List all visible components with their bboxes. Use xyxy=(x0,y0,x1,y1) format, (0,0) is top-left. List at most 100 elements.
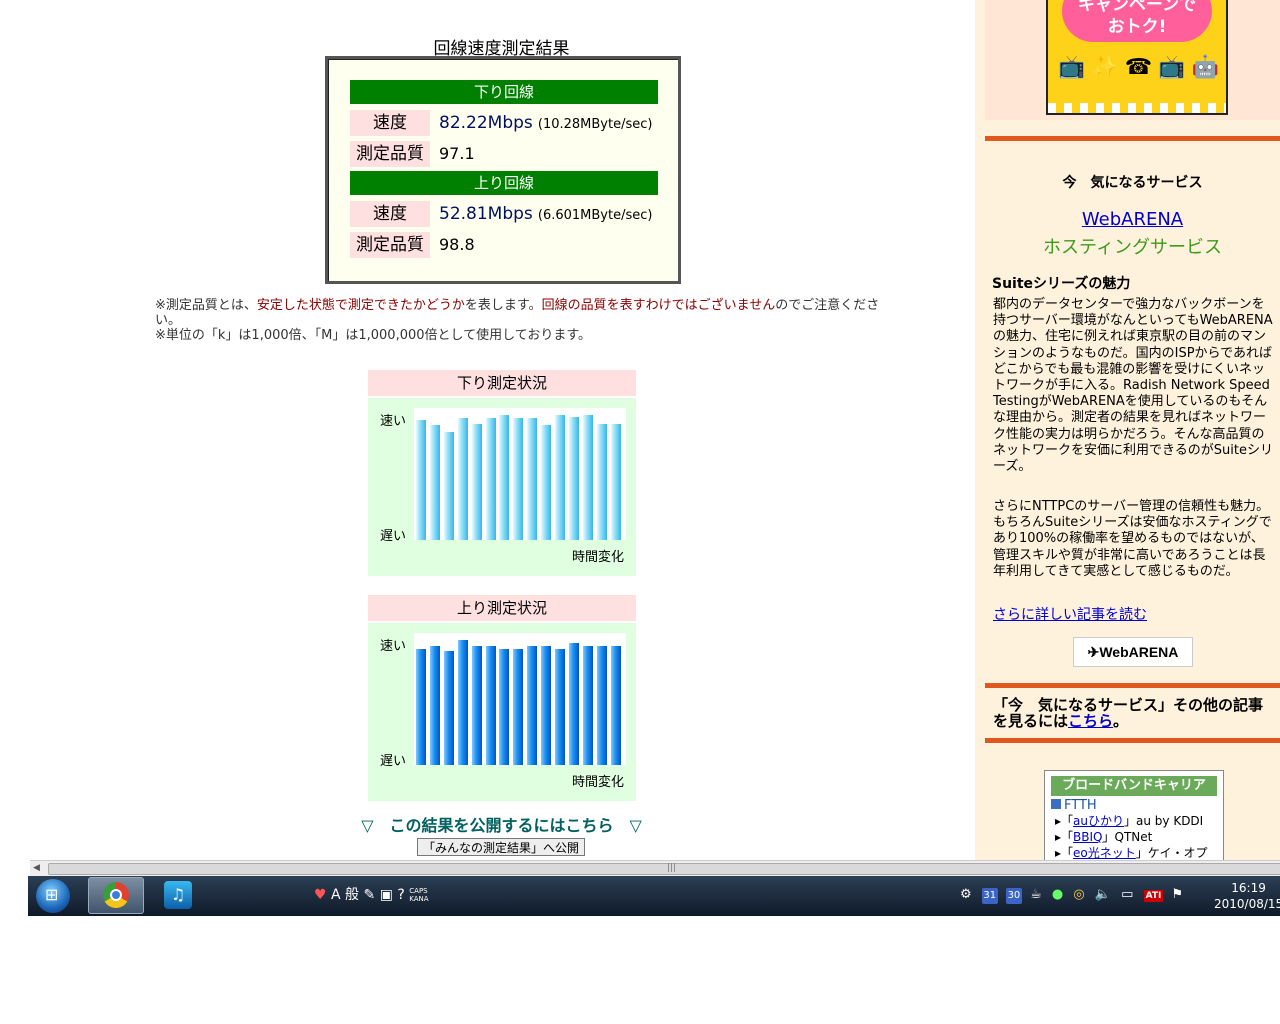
chart-bar xyxy=(416,648,426,765)
network-icon[interactable]: ▭ xyxy=(1121,887,1133,902)
other-articles-link[interactable]: こちら xyxy=(1068,712,1113,730)
action-center-flag-icon[interactable]: ⚑ xyxy=(1172,887,1184,902)
scroll-left-icon[interactable]: ◀ xyxy=(33,863,40,873)
square-icon xyxy=(1051,799,1061,809)
music-icon: ♫ xyxy=(170,885,186,904)
windows-logo-icon: ⊞ xyxy=(45,885,59,904)
axis-slow-label: 遅い xyxy=(380,529,407,544)
download-chart: 速い 遅い 時間変化 xyxy=(368,398,636,576)
ime-icon[interactable]: ♥ xyxy=(314,887,327,903)
download-plot-area xyxy=(414,408,626,540)
taskbar-media-player-button[interactable]: ♫ xyxy=(164,881,192,909)
calendar-icon[interactable]: 31 xyxy=(981,888,998,904)
upload-speed-label: 速度 xyxy=(350,201,430,227)
ime-tool-icon[interactable]: ✎ xyxy=(364,887,376,903)
chart-bar xyxy=(568,643,579,765)
broadband-carrier-box: ブロードバンドキャリア FTTH ▸「auひかり」au by KDDI ▸「BB… xyxy=(1044,770,1224,862)
carrier-bracket: 「 xyxy=(1061,846,1074,860)
publish-button[interactable]: 「みんなの測定結果」へ公開 xyxy=(417,838,585,856)
ime-help-icon[interactable]: ? xyxy=(397,887,404,903)
chart-bar xyxy=(416,419,426,540)
axis-fast-label: 速い xyxy=(380,639,407,654)
chart-bar xyxy=(582,414,593,540)
taskbar-clock[interactable]: 16:19 2010/08/15 xyxy=(1214,880,1280,912)
scrollbar-thumb[interactable]: ||| xyxy=(48,863,1280,875)
upload-speed-value: 52.81Mbps (6.601MByte/sec) xyxy=(439,201,652,227)
upload-chart-title: 上り測定状況 xyxy=(368,595,636,621)
upload-chart: 速い 遅い 時間変化 xyxy=(368,623,636,801)
carrier-link-eo[interactable]: eo光ネット xyxy=(1073,846,1136,860)
ime-dictionary-icon[interactable]: ▣ xyxy=(380,887,393,903)
chart-bar xyxy=(443,651,454,765)
system-tray: ⚙ 31 30 ☕ ● ◎ 🔈 ▭ ATI ⚑ xyxy=(960,887,1183,904)
ati-icon[interactable]: ATI xyxy=(1143,890,1164,902)
chart-bar xyxy=(471,645,482,765)
chart-bar xyxy=(541,424,552,540)
axis-slow-label: 遅い xyxy=(380,754,407,769)
chart-bar xyxy=(429,645,440,765)
taskbar-chrome-button[interactable] xyxy=(88,877,144,914)
read-more-link[interactable]: さらに詳しい記事を読む xyxy=(993,604,1147,624)
carrier-header: ブロードバンドキャリア xyxy=(1051,776,1217,796)
carrier-provider: 」ケイ・オプ xyxy=(1135,846,1208,860)
download-quality-value: 97.1 xyxy=(439,144,475,163)
security-icon[interactable]: ◎ xyxy=(1073,887,1084,902)
carrier-link-bbiq[interactable]: BBIQ xyxy=(1073,830,1102,844)
chart-bar xyxy=(610,645,621,765)
campaign-banner[interactable]: キャンペーンで おトク! 📺✨☎📺🤖 xyxy=(1046,0,1228,115)
ime-toolbar[interactable]: ♥ A 般 ✎ ▣ ? CAPS KANA xyxy=(314,884,429,904)
chart-bar xyxy=(443,432,454,540)
result-table: 下り回線 速度 82.22Mbps (10.28MByte/sec) 測定品質 … xyxy=(325,56,681,284)
start-button[interactable]: ⊞ xyxy=(36,879,70,913)
chart-bar xyxy=(471,423,482,540)
volume-icon[interactable]: 🔈 xyxy=(1095,887,1111,902)
carrier-row: ▸「auひかり」au by KDDI xyxy=(1055,814,1204,828)
steam-icon[interactable]: ⚙ xyxy=(960,887,972,902)
note-emphasis: 安定した状態で測定できたかどうか xyxy=(256,298,465,313)
chart-bar xyxy=(457,639,468,765)
upload-quality-value: 98.8 xyxy=(439,235,475,254)
campaign-characters-icon: 📺✨☎📺🤖 xyxy=(1058,55,1225,80)
chart-bar xyxy=(513,418,524,540)
chart-bar xyxy=(527,418,538,540)
chart-bar xyxy=(527,645,538,765)
carrier-link-auhikari[interactable]: auひかり xyxy=(1073,814,1124,828)
chart-bar xyxy=(568,417,579,540)
kana-label: KANA xyxy=(409,895,429,903)
download-speed-value: 82.22Mbps (10.28MByte/sec) xyxy=(439,110,652,136)
chart-bar xyxy=(485,645,496,765)
note-text: ※測定品質とは、 xyxy=(155,298,257,313)
campaign-text-line: キャンペーンで おトク! xyxy=(1077,0,1197,37)
ime-mode-text[interactable]: A 般 xyxy=(331,887,359,903)
clock-time: 16:19 xyxy=(1231,881,1266,895)
messenger-icon[interactable]: ● xyxy=(1052,887,1063,902)
publish-link[interactable]: ▽ この結果を公開するにはこちら ▽ xyxy=(0,812,1003,836)
upload-plot-area xyxy=(414,633,626,765)
carrier-section-label: FTTH xyxy=(1064,798,1097,813)
webarena-logo-text: WebARENA xyxy=(1099,644,1179,660)
taskbar: ⊞ ♫ ♥ A 般 ✎ ▣ ? CAPS KANA ⚙ 31 30 ☕ ● ◎ 🔈… xyxy=(28,876,1280,916)
article-paragraph-1: 都内のデータセンターで強力なバックボーンを持つサーバー環境がなんといってもWeb… xyxy=(993,297,1273,475)
chart-bar xyxy=(513,648,524,765)
webarena-link[interactable]: WebARENA xyxy=(985,209,1280,230)
download-speed-label: 速度 xyxy=(350,110,430,136)
campaign-stripe xyxy=(1048,103,1226,113)
download-speed-mbps: 82.22Mbps xyxy=(439,113,533,133)
chart-bar xyxy=(555,414,565,540)
upload-speed-mbyte: (6.601MByte/sec) xyxy=(537,208,653,223)
java-icon[interactable]: ☕ xyxy=(1030,887,1042,902)
chrome-icon xyxy=(103,882,129,908)
horizontal-scrollbar[interactable]: ◀ ||| xyxy=(30,860,1280,876)
chart-bar xyxy=(610,423,621,540)
calendar-icon[interactable]: 30 xyxy=(1005,888,1022,904)
sidebar-divider xyxy=(985,738,1280,743)
chart-bar xyxy=(582,645,593,765)
download-speed-mbyte: (10.28MByte/sec) xyxy=(537,117,653,132)
axis-time-label: 時間変化 xyxy=(571,550,624,565)
download-quality-label: 測定品質 xyxy=(350,141,430,167)
download-header: 下り回線 xyxy=(350,80,658,104)
carrier-provider: 」QTNet xyxy=(1102,830,1153,844)
carrier-section-ftth: FTTH xyxy=(1051,798,1223,813)
caps-kana-indicator: CAPS KANA xyxy=(409,887,428,903)
webarena-logo[interactable]: ✈WebARENA xyxy=(1073,637,1193,667)
